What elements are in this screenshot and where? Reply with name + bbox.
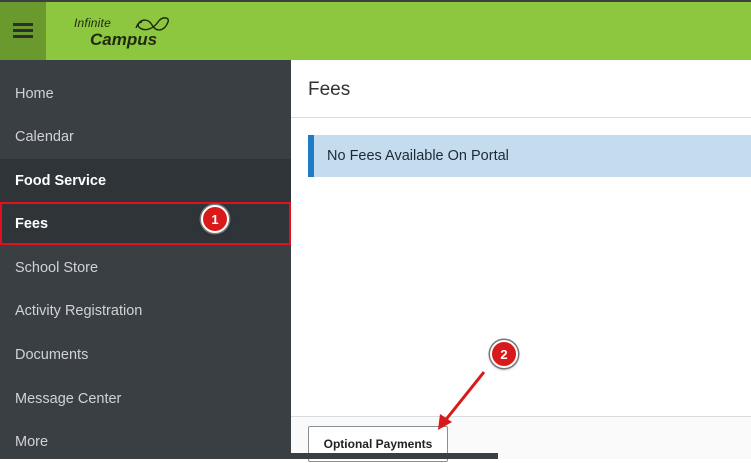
page-title: Fees — [308, 79, 351, 100]
arrow-down-left-icon — [438, 371, 486, 430]
top-bar: Infinite Campus — [0, 0, 751, 60]
menu-toggle-button[interactable] — [0, 2, 46, 60]
bottom-strip — [291, 453, 498, 459]
no-fees-alert: No Fees Available On Portal — [308, 135, 751, 177]
sidebar-item-food-service[interactable]: Food Service — [0, 159, 291, 202]
sidebar-item-home[interactable]: Home — [0, 72, 291, 115]
sidebar-item-school-store[interactable]: School Store — [0, 246, 291, 289]
infinity-swoosh-icon — [135, 17, 169, 31]
hamburger-icon — [13, 23, 33, 39]
sidebar-item-documents[interactable]: Documents — [0, 333, 291, 376]
sidebar-item-activity-registration[interactable]: Activity Registration — [0, 289, 291, 332]
step-callout-2: 2 — [490, 340, 518, 368]
page-header: Fees — [291, 60, 751, 118]
sidebar-item-more[interactable]: More — [0, 420, 291, 463]
sidebar-nav: Home Calendar Food Service Fees School S… — [0, 60, 291, 459]
sidebar-item-fees[interactable]: Fees — [0, 202, 291, 245]
logo-text-top: Infinite — [74, 16, 111, 30]
sidebar-item-calendar[interactable]: Calendar — [0, 115, 291, 158]
infinite-campus-logo[interactable]: Infinite Campus — [74, 12, 184, 52]
sidebar-item-message-center[interactable]: Message Center — [0, 377, 291, 420]
step-callout-1: 1 — [201, 205, 229, 233]
